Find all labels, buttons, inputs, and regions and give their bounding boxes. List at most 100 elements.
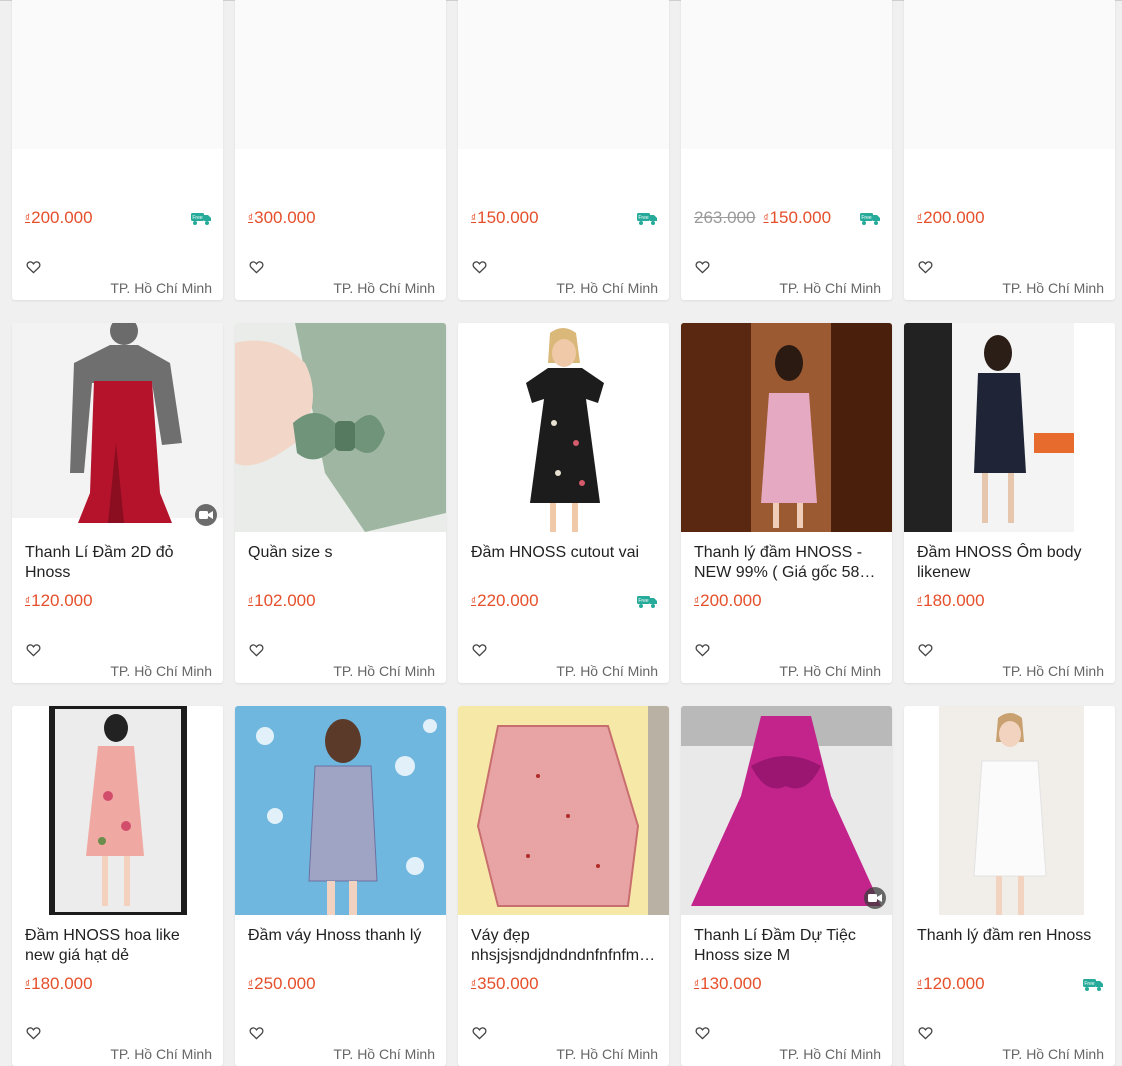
product-card[interactable]: Thanh lý đầm ren Hnoss ₫120.000 Free TP. Hồ…	[904, 706, 1115, 1066]
price-value: 180.000	[923, 591, 985, 610]
heart-icon[interactable]	[249, 260, 264, 279]
product-card[interactable]: Thanh Lí Đầm Dự Tiệc Hnoss size M ₫130.00…	[681, 706, 892, 1066]
product-title[interactable]: Thanh Lí Đầm Dự Tiệc Hnoss size M	[694, 926, 880, 966]
heart-icon[interactable]	[918, 260, 933, 279]
heart-icon[interactable]	[695, 643, 710, 662]
currency-symbol: ₫	[248, 213, 254, 224]
product-image[interactable]	[12, 0, 223, 149]
heart-icon[interactable]	[249, 1026, 264, 1045]
product-image[interactable]	[904, 0, 1115, 149]
product-image[interactable]	[681, 0, 892, 149]
seller-location: TP. Hồ Chí Minh	[110, 280, 212, 296]
video-camera-icon	[195, 504, 217, 526]
product-price: 263.000 ₫150.000	[694, 208, 831, 228]
product-image[interactable]	[458, 0, 669, 149]
svg-text:Free: Free	[1084, 981, 1095, 987]
product-title[interactable]: Thanh Lí Đầm 2D đỏ Hnoss	[25, 543, 211, 583]
free-shipping-truck-icon: Free	[859, 210, 881, 231]
heart-icon[interactable]	[26, 260, 41, 279]
product-title[interactable]: Quần size s	[248, 543, 434, 563]
seller-location: TP. Hồ Chí Minh	[333, 663, 435, 679]
price-value: 180.000	[31, 974, 93, 993]
product-title[interactable]: Váy đẹp nhsjsjsndjdndndnfnfnfm…	[471, 926, 657, 966]
currency-symbol: ₫	[25, 596, 31, 607]
product-image[interactable]	[235, 323, 446, 532]
seller-location: TP. Hồ Chí Minh	[556, 280, 658, 296]
product-image[interactable]	[12, 323, 223, 532]
heart-icon[interactable]	[695, 1026, 710, 1045]
heart-icon[interactable]	[472, 1026, 487, 1045]
heart-icon[interactable]	[472, 643, 487, 662]
product-card[interactable]: 263.000 ₫150.000 Free TP. Hồ Chí Minh	[681, 0, 892, 300]
product-image[interactable]	[235, 0, 446, 149]
price-value: 102.000	[254, 591, 316, 610]
product-title[interactable]: Đầm váy Hnoss thanh lý	[248, 926, 434, 946]
product-price: ₫120.000	[917, 974, 985, 994]
product-image[interactable]	[681, 706, 892, 915]
currency-symbol: ₫	[248, 596, 254, 607]
svg-text:Free: Free	[638, 215, 649, 221]
heart-icon[interactable]	[918, 1026, 933, 1045]
currency-symbol: ₫	[25, 213, 31, 224]
product-title[interactable]: Thanh lý đầm HNOSS - NEW 99% ( Giá gốc 5…	[694, 543, 880, 583]
heart-icon[interactable]	[918, 643, 933, 662]
product-title[interactable]: Thanh lý đầm ren Hnoss	[917, 926, 1103, 946]
product-card[interactable]: ₫200.000 Free TP. Hồ Chí Minh	[12, 0, 223, 300]
heart-icon[interactable]	[249, 643, 264, 662]
product-card[interactable]: Thanh Lí Đầm 2D đỏ Hnoss ₫120.000 TP. Hồ C…	[12, 323, 223, 683]
price-value: 150.000	[477, 208, 539, 227]
product-image[interactable]	[904, 323, 1115, 532]
product-card[interactable]: Đầm HNOSS hoa like new giá hạt dẻ ₫180.00…	[12, 706, 223, 1066]
currency-symbol: ₫	[917, 979, 923, 990]
currency-symbol: ₫	[694, 979, 700, 990]
free-shipping-truck-icon: Free	[636, 210, 658, 231]
product-card[interactable]: Đầm váy Hnoss thanh lý ₫250.000 TP. Hồ Chí…	[235, 706, 446, 1066]
heart-icon[interactable]	[26, 643, 41, 662]
price-value: 120.000	[31, 591, 93, 610]
seller-location: TP. Hồ Chí Minh	[110, 663, 212, 679]
product-price: ₫180.000	[917, 591, 985, 611]
product-card[interactable]: Đầm HNOSS cutout vai ₫220.000 Free TP. Hồ C…	[458, 323, 669, 683]
currency-symbol: ₫	[917, 596, 923, 607]
price-value: 200.000	[31, 208, 93, 227]
product-price: ₫150.000	[471, 208, 539, 228]
product-grid: ₫200.000 Free TP. Hồ Chí Minh ₫300.000 TP. H…	[12, 0, 1115, 1066]
product-card[interactable]: ₫200.000 TP. Hồ Chí Minh	[904, 0, 1115, 300]
heart-icon[interactable]	[695, 260, 710, 279]
product-card[interactable]: ₫300.000 TP. Hồ Chí Minh	[235, 0, 446, 300]
product-price: ₫200.000	[694, 591, 762, 611]
seller-location: TP. Hồ Chí Minh	[779, 280, 881, 296]
product-card[interactable]: Thanh lý đầm HNOSS - NEW 99% ( Giá gốc 5…	[681, 323, 892, 683]
product-price: ₫180.000	[25, 974, 93, 994]
product-image[interactable]	[458, 323, 669, 532]
product-price: ₫130.000	[694, 974, 762, 994]
product-image[interactable]	[458, 706, 669, 915]
heart-icon[interactable]	[472, 260, 487, 279]
seller-location: TP. Hồ Chí Minh	[1002, 663, 1104, 679]
currency-symbol: ₫	[471, 596, 477, 607]
price-value: 200.000	[923, 208, 985, 227]
product-title[interactable]: Đầm HNOSS Ôm body likenew	[917, 543, 1103, 583]
heart-icon[interactable]	[26, 1026, 41, 1045]
currency-symbol: ₫	[917, 213, 923, 224]
product-image[interactable]	[904, 706, 1115, 915]
price-value: 350.000	[477, 974, 539, 993]
product-image[interactable]	[235, 706, 446, 915]
product-price: ₫120.000	[25, 591, 93, 611]
seller-location: TP. Hồ Chí Minh	[333, 1046, 435, 1062]
svg-text:Free: Free	[861, 215, 872, 221]
seller-location: TP. Hồ Chí Minh	[333, 280, 435, 296]
product-card[interactable]: Đầm HNOSS Ôm body likenew ₫180.000 TP. Hồ …	[904, 323, 1115, 683]
product-image[interactable]	[681, 323, 892, 532]
seller-location: TP. Hồ Chí Minh	[556, 1046, 658, 1062]
product-price: ₫300.000	[248, 208, 316, 228]
product-card[interactable]: Quần size s ₫102.000 TP. Hồ Chí Minh	[235, 323, 446, 683]
product-card[interactable]: Váy đẹp nhsjsjsndjdndndnfnfnfm… ₫350.000 T…	[458, 706, 669, 1066]
product-title[interactable]: Đầm HNOSS hoa like new giá hạt dẻ	[25, 926, 211, 966]
currency-symbol: ₫	[25, 979, 31, 990]
product-title[interactable]: Đầm HNOSS cutout vai	[471, 543, 657, 563]
product-price: ₫350.000	[471, 974, 539, 994]
price-value: 250.000	[254, 974, 316, 993]
product-card[interactable]: ₫150.000 Free TP. Hồ Chí Minh	[458, 0, 669, 300]
product-image[interactable]	[12, 706, 223, 915]
